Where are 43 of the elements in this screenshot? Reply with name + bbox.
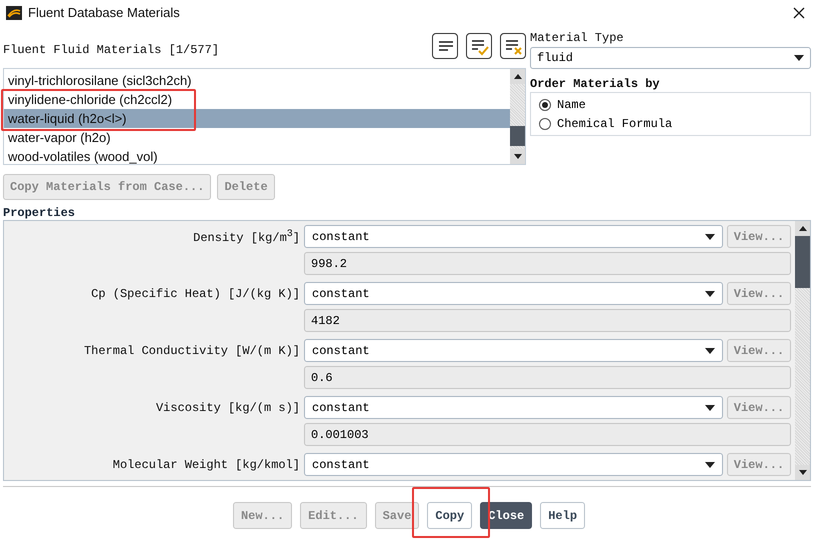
caret-icon [705,404,715,410]
value-field[interactable]: 0.001003 [304,423,791,446]
caret-icon [705,290,715,296]
group-label: Order Materials by [530,77,661,91]
window-title: Fluent Database Materials [28,5,181,20]
method-dropdown[interactable]: constant [304,339,723,362]
material-type-dropdown[interactable]: fluid [530,47,811,69]
list-scrollbar[interactable] [510,69,525,164]
properties-scrollbar[interactable] [795,221,810,480]
clear-list-button[interactable] [500,33,526,59]
radio-button[interactable] [539,98,551,110]
property-label: Molecular Weight [kg/kmol] [112,458,300,472]
method-dropdown[interactable]: constant [304,396,723,419]
value-field[interactable]: 4182 [304,309,791,332]
value-field[interactable]: 998.2 [304,252,791,275]
caret-icon [705,348,715,354]
lines-button[interactable] [432,33,458,59]
check-list-button[interactable] [466,33,492,59]
radio-button[interactable] [539,118,551,130]
property-label: Cp (Specific Heat) [J/(kg K)] [90,286,300,300]
radio-label: Chemical Formula [557,116,672,130]
app-logo-icon [6,6,22,20]
method-dropdown[interactable]: constant [304,453,723,476]
property-label: Density [kg/m$^{3}$] [192,228,300,244]
section-label: Properties [3,206,76,220]
radio-label: Name [557,98,586,112]
method-dropdown[interactable]: constant [304,282,723,305]
caret-icon [794,55,804,61]
caret-icon [705,234,715,240]
list-item[interactable]: water-liquid (h2o<l>) [4,109,510,128]
list-item[interactable]: vinylidene-chloride (ch2ccl2) [4,90,510,109]
list-item[interactable]: wood-volatiles (wood_vol) [4,147,510,166]
dialog-button[interactable]: Copy [427,502,472,529]
list-label: Fluent Fluid Materials [1/577] [3,43,220,59]
property-label: Thermal Conductivity [W/(m K)] [82,344,300,358]
value-field[interactable]: 0.6 [304,366,791,389]
list-item[interactable]: water-vapor (h2o) [4,128,510,147]
list-item[interactable]: vinyl-trichlorosilane (sicl3ch2ch) [4,71,510,90]
dialog-button[interactable]: Help [540,502,586,529]
caret-icon [705,462,715,468]
method-dropdown[interactable]: constant [304,225,723,248]
property-label: Viscosity [kg/(m s)] [154,400,300,414]
field-label: Material Type [530,31,625,45]
